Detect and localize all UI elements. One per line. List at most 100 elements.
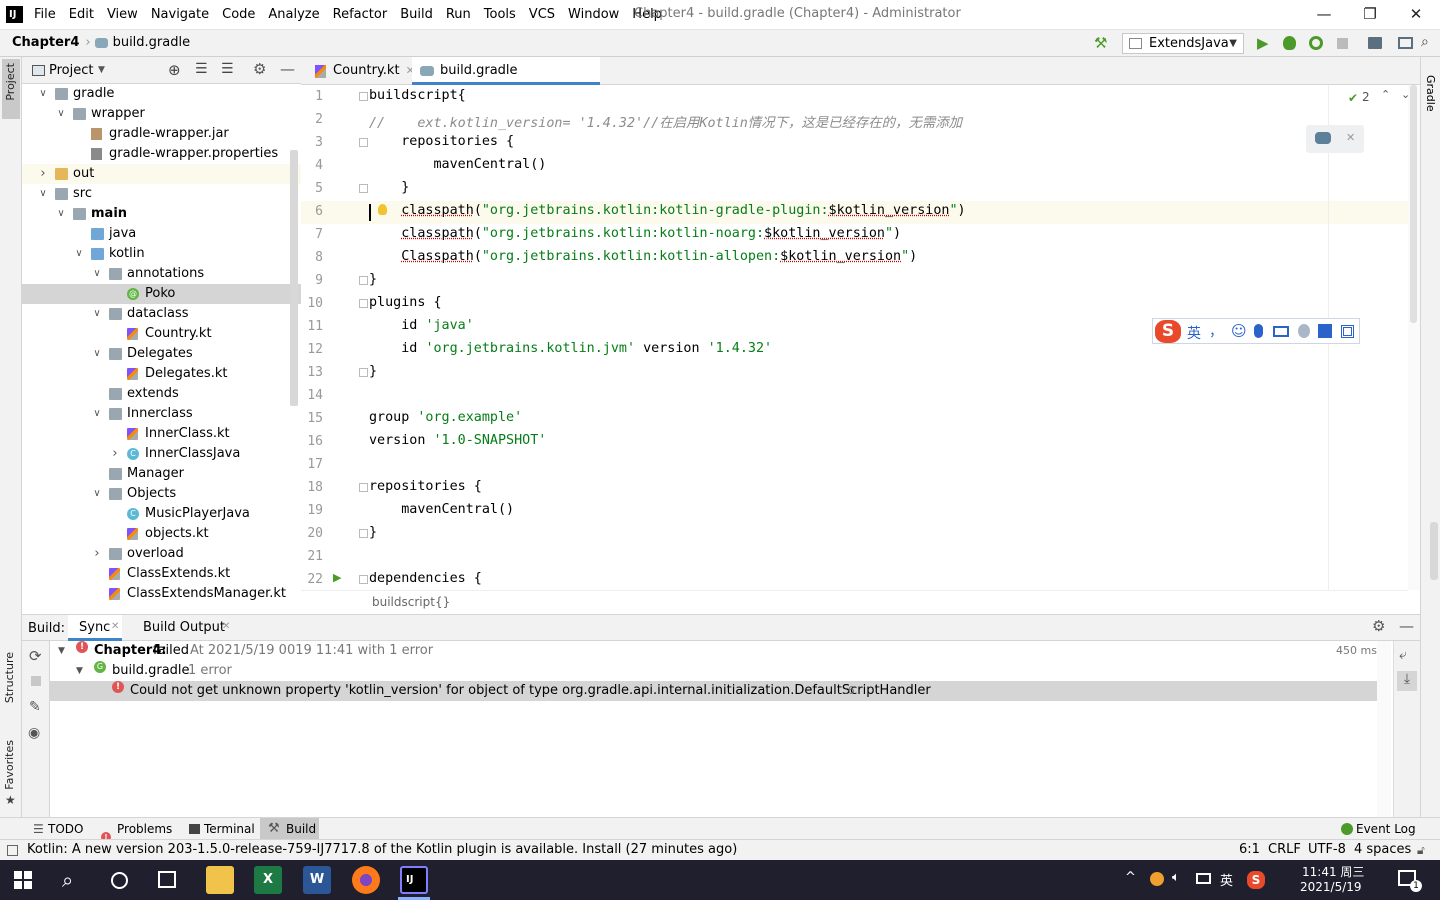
tree-item[interactable]: ∨ src: [22, 184, 301, 204]
code-line[interactable]: id 'org.jetbrains.kotlin.jvm' version '1…: [369, 341, 772, 356]
close-button[interactable]: ✕: [1406, 4, 1426, 24]
run-icon[interactable]: ▶: [1257, 34, 1269, 52]
favorites-tool-tab[interactable]: Favorites: [3, 740, 16, 790]
cortana-icon[interactable]: [111, 872, 128, 889]
user-icon[interactable]: [1298, 324, 1310, 338]
tab-build-gradle[interactable]: build.gradle (Chapter4)✕: [412, 57, 600, 106]
scroll-to-end-icon[interactable]: ⤓: [1397, 671, 1417, 691]
chevron-down-icon[interactable]: ▼: [58, 641, 65, 661]
tree-item[interactable]: ∨ main: [22, 204, 301, 224]
close-tab-icon[interactable]: ✕: [111, 621, 119, 632]
menu-code[interactable]: Code: [222, 7, 255, 22]
chevron-right-icon[interactable]: ›: [109, 444, 121, 464]
tree-item[interactable]: objects.kt: [22, 524, 301, 544]
breadcrumb-file[interactable]: build.gradle: [113, 35, 191, 50]
fold-marker-icon[interactable]: [359, 368, 368, 377]
tree-item[interactable]: ∨ annotations: [22, 264, 301, 284]
tree-item[interactable]: ∨ Innerclass: [22, 404, 301, 424]
file-encoding[interactable]: UTF-8: [1308, 840, 1346, 860]
chevron-down-icon[interactable]: ∨: [55, 204, 67, 224]
tree-item[interactable]: › C InnerClassJava: [22, 444, 301, 464]
input-language[interactable]: 英: [1220, 870, 1233, 889]
chevron-down-icon[interactable]: ▼: [76, 661, 83, 681]
fold-marker-icon[interactable]: [359, 92, 368, 101]
menu-analyze[interactable]: Analyze: [268, 7, 319, 22]
skin-icon[interactable]: [1318, 324, 1332, 338]
excel-icon[interactable]: X: [254, 866, 282, 894]
tree-item[interactable]: Delegates.kt: [22, 364, 301, 384]
inspection-ok-icon[interactable]: ✔: [1348, 91, 1358, 105]
tree-item[interactable]: ClassExtends.kt: [22, 564, 301, 584]
menu-tools[interactable]: Tools: [484, 7, 516, 22]
sogou-logo-icon[interactable]: S: [1155, 320, 1181, 343]
emoji-icon[interactable]: ☺: [1231, 322, 1247, 340]
sogou-tray-icon[interactable]: S: [1247, 871, 1265, 889]
minimize-button[interactable]: —: [1314, 4, 1334, 24]
menu-window[interactable]: Window: [568, 7, 619, 22]
caret-position[interactable]: 6:1: [1239, 840, 1260, 860]
code-line[interactable]: dependencies {: [369, 571, 482, 586]
tree-item[interactable]: ∨ dataclass: [22, 304, 301, 324]
code-line[interactable]: }: [369, 180, 409, 195]
code-line[interactable]: }: [369, 272, 377, 287]
tree-item[interactable]: extends: [22, 384, 301, 404]
chevron-down-icon[interactable]: ∨: [91, 304, 103, 324]
main-scrollbar-thumb[interactable]: [1430, 522, 1438, 580]
inspection-count[interactable]: 2: [1362, 90, 1370, 104]
clock-time[interactable]: 11:41 周三: [1302, 863, 1364, 880]
maximize-button[interactable]: ❐: [1360, 4, 1380, 24]
eye-icon[interactable]: ◉: [28, 725, 40, 741]
tree-item[interactable]: C MusicPlayerJava: [22, 504, 301, 524]
chevron-down-icon[interactable]: ▼: [98, 65, 105, 75]
clock-date[interactable]: 2021/5/19: [1300, 880, 1362, 894]
code-line[interactable]: classpath("org.jetbrains.kotlin:kotlin-g…: [369, 203, 965, 218]
fold-marker-icon[interactable]: [359, 184, 368, 193]
code-line[interactable]: id 'java': [369, 318, 474, 333]
project-scrollbar[interactable]: [290, 150, 298, 406]
tree-item[interactable]: Manager: [22, 464, 301, 484]
previous-highlight-icon[interactable]: ⌃: [1381, 88, 1390, 101]
close-popup-icon[interactable]: ✕: [1346, 131, 1355, 144]
run-configuration-dropdown[interactable]: ExtendsJava ▼: [1122, 33, 1244, 54]
refresh-icon[interactable]: ⟳: [29, 647, 42, 665]
tree-item[interactable]: ∨ Delegates: [22, 344, 301, 364]
fold-marker-icon[interactable]: [359, 276, 368, 285]
code-line[interactable]: Classpath("org.jetbrains.kotlin:kotlin-a…: [369, 249, 917, 264]
editor-scrollbar-thumb[interactable]: [1410, 85, 1417, 323]
search-icon[interactable]: ⌕: [1421, 34, 1429, 50]
lock-icon[interactable]: 🔓︎: [1417, 840, 1425, 860]
tree-item[interactable]: gradle-wrapper.jar: [22, 124, 301, 144]
menu-view[interactable]: View: [107, 7, 138, 22]
menu-run[interactable]: Run: [446, 7, 471, 22]
code-line[interactable]: repositories {: [369, 479, 482, 494]
chevron-down-icon[interactable]: ∨: [37, 84, 49, 104]
fold-marker-icon[interactable]: [359, 529, 368, 538]
structure-tool-tab[interactable]: Structure: [3, 652, 16, 703]
soft-wrap-icon[interactable]: ⤶: [1399, 647, 1407, 663]
code-breadcrumb[interactable]: buildscript{}: [301, 590, 1408, 614]
ime-language[interactable]: 英: [1187, 323, 1201, 343]
tray-app-icon[interactable]: [1150, 872, 1164, 886]
fold-marker-icon[interactable]: [359, 138, 368, 147]
indent-setting[interactable]: 4 spaces: [1354, 840, 1411, 860]
stop-icon[interactable]: [1337, 38, 1348, 49]
project-tool-tab[interactable]: Project: [2, 59, 20, 119]
menu-build[interactable]: Build: [400, 7, 433, 22]
chevron-down-icon[interactable]: ∨: [37, 184, 49, 204]
gear-icon[interactable]: ⚙: [1372, 617, 1385, 635]
breadcrumb-project[interactable]: Chapter4: [12, 35, 79, 50]
chevron-down-icon[interactable]: ∨: [91, 404, 103, 424]
code-line[interactable]: // ext.kotlin_version= '1.4.32'//在启用Kotl…: [369, 111, 962, 131]
project-view-label[interactable]: Project: [49, 63, 93, 78]
project-structure-icon[interactable]: [1368, 37, 1382, 49]
collapse-all-icon[interactable]: ☰: [221, 61, 234, 77]
code-line[interactable]: mavenCentral(): [369, 157, 546, 172]
build-row-file[interactable]: ▼ G build.gradle 1 error: [50, 661, 1400, 681]
code-line[interactable]: }: [369, 525, 377, 540]
code-line[interactable]: mavenCentral(): [369, 502, 514, 517]
chevron-down-icon[interactable]: ∨: [91, 484, 103, 504]
menu-navigate[interactable]: Navigate: [151, 7, 209, 22]
tree-item[interactable]: ∨ kotlin: [22, 244, 301, 264]
chevron-down-icon[interactable]: ∨: [91, 264, 103, 284]
file-explorer-icon[interactable]: [206, 866, 234, 894]
